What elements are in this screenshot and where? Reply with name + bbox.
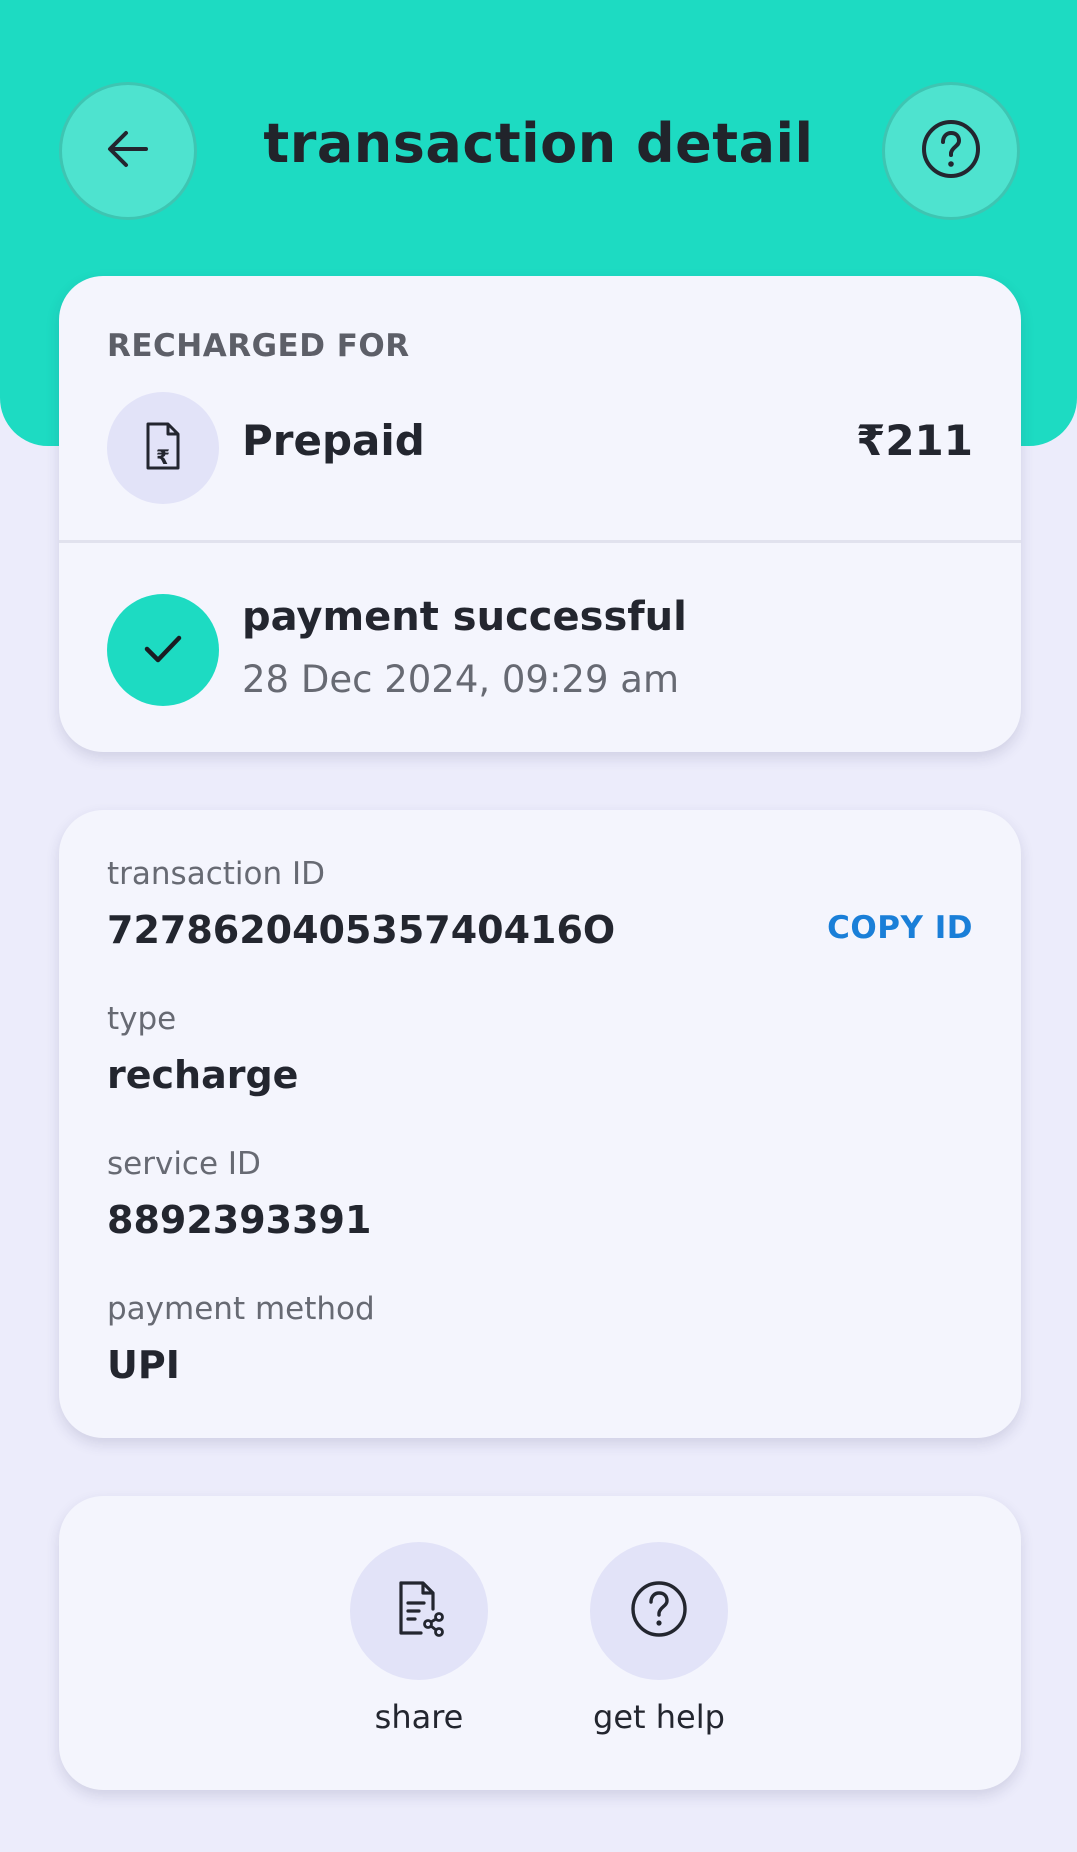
transaction-id-value: 727862040535740416O — [107, 908, 616, 952]
get-help-icon-circle[interactable] — [590, 1542, 728, 1680]
payment-timestamp: 28 Dec 2024, 09:29 am — [242, 658, 679, 701]
service-id-value: 8892393391 — [107, 1198, 372, 1242]
payment-method-label: payment method — [107, 1291, 375, 1327]
type-label: type — [107, 1001, 177, 1037]
page-title: transaction detail — [263, 112, 814, 175]
plan-icon-circle: ₹ — [107, 392, 219, 504]
rupee-document-icon: ₹ — [140, 420, 186, 476]
svg-text:₹: ₹ — [156, 445, 170, 469]
copy-id-button[interactable]: COPY ID — [827, 910, 973, 946]
share-document-icon — [391, 1579, 447, 1643]
actions-card: share get help — [59, 1496, 1021, 1790]
get-help-label: get help — [593, 1698, 725, 1736]
get-help-button[interactable]: get help — [574, 1542, 744, 1736]
back-button[interactable] — [59, 82, 197, 220]
question-circle-icon — [629, 1579, 689, 1643]
type-value: recharge — [107, 1053, 299, 1097]
plan-name: Prepaid — [242, 416, 425, 465]
check-icon — [139, 624, 187, 676]
status-icon-circle — [107, 594, 219, 706]
question-circle-icon — [920, 118, 982, 184]
plan-amount: ₹211 — [856, 416, 973, 465]
recharge-summary-card: RECHARGED FOR ₹ Prepaid ₹211 payment suc… — [59, 276, 1021, 752]
share-label: share — [374, 1698, 464, 1736]
payment-status: payment successful — [242, 594, 687, 640]
payment-method-value: UPI — [107, 1343, 180, 1387]
transaction-id-label: transaction ID — [107, 856, 325, 892]
transaction-details-card: transaction ID 727862040535740416O COPY … — [59, 810, 1021, 1438]
arrow-left-icon — [102, 123, 154, 179]
card-divider — [59, 540, 1021, 543]
help-button[interactable] — [882, 82, 1020, 220]
share-button[interactable]: share — [334, 1542, 504, 1736]
share-icon-circle[interactable] — [350, 1542, 488, 1680]
recharged-for-label: RECHARGED FOR — [107, 328, 410, 364]
service-id-label: service ID — [107, 1146, 261, 1182]
